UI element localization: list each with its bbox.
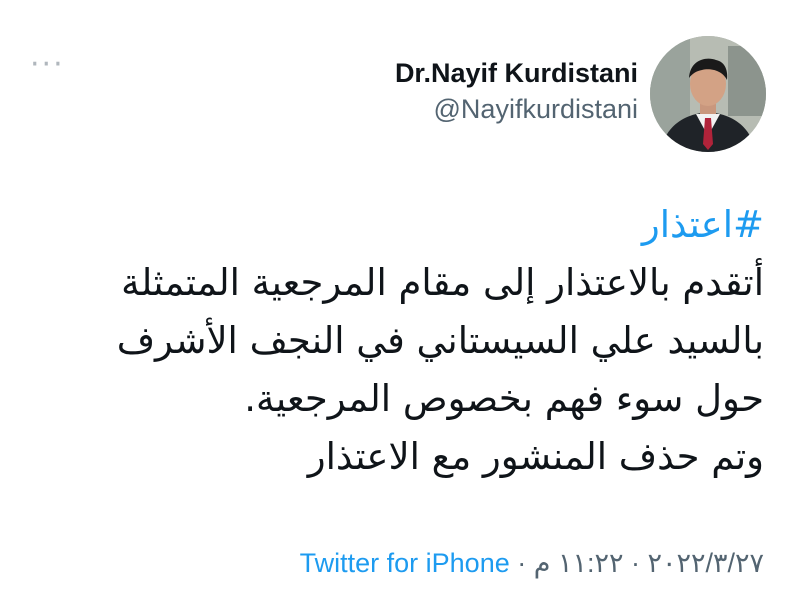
tweet-meta: ٢٠٢٢/٣/٢٧ · ١١:٢٢ م · Twitter for iPhone (300, 546, 764, 580)
hashtag-link[interactable]: #اعتذار (642, 203, 764, 246)
tweet-line: حول سوء فهم بخصوص المرجعية. (244, 377, 764, 420)
tweet-text: #اعتذار أتقدم بالاعتذار إلى مقام المرجعي… (24, 196, 764, 486)
display-name[interactable]: Dr.Nayif Kurdistani (395, 56, 638, 90)
tweet-line: أتقدم بالاعتذار إلى مقام المرجعية المتمث… (121, 261, 764, 304)
more-options-icon[interactable]: ··· (30, 50, 65, 80)
profile-photo-icon (650, 36, 766, 152)
user-handle[interactable]: @Nayifkurdistani (395, 92, 638, 126)
tweet-line: بالسيد علي السيستاني في النجف الأشرف (116, 319, 764, 362)
author-block: Dr.Nayif Kurdistani @Nayifkurdistani (395, 56, 638, 126)
meta-separator: · (509, 548, 534, 578)
avatar[interactable] (650, 36, 766, 152)
source-link[interactable]: Twitter for iPhone (300, 548, 510, 578)
tweet-card: ··· Dr.Nayif Kurdistani @Nayifkurdistani… (0, 0, 800, 600)
tweet-time[interactable]: ١١:٢٢ م (534, 548, 624, 578)
tweet-line: وتم حذف المنشور مع الاعتذار (307, 435, 764, 478)
meta-separator: · (623, 548, 648, 578)
tweet-date[interactable]: ٢٠٢٢/٣/٢٧ (647, 548, 764, 578)
